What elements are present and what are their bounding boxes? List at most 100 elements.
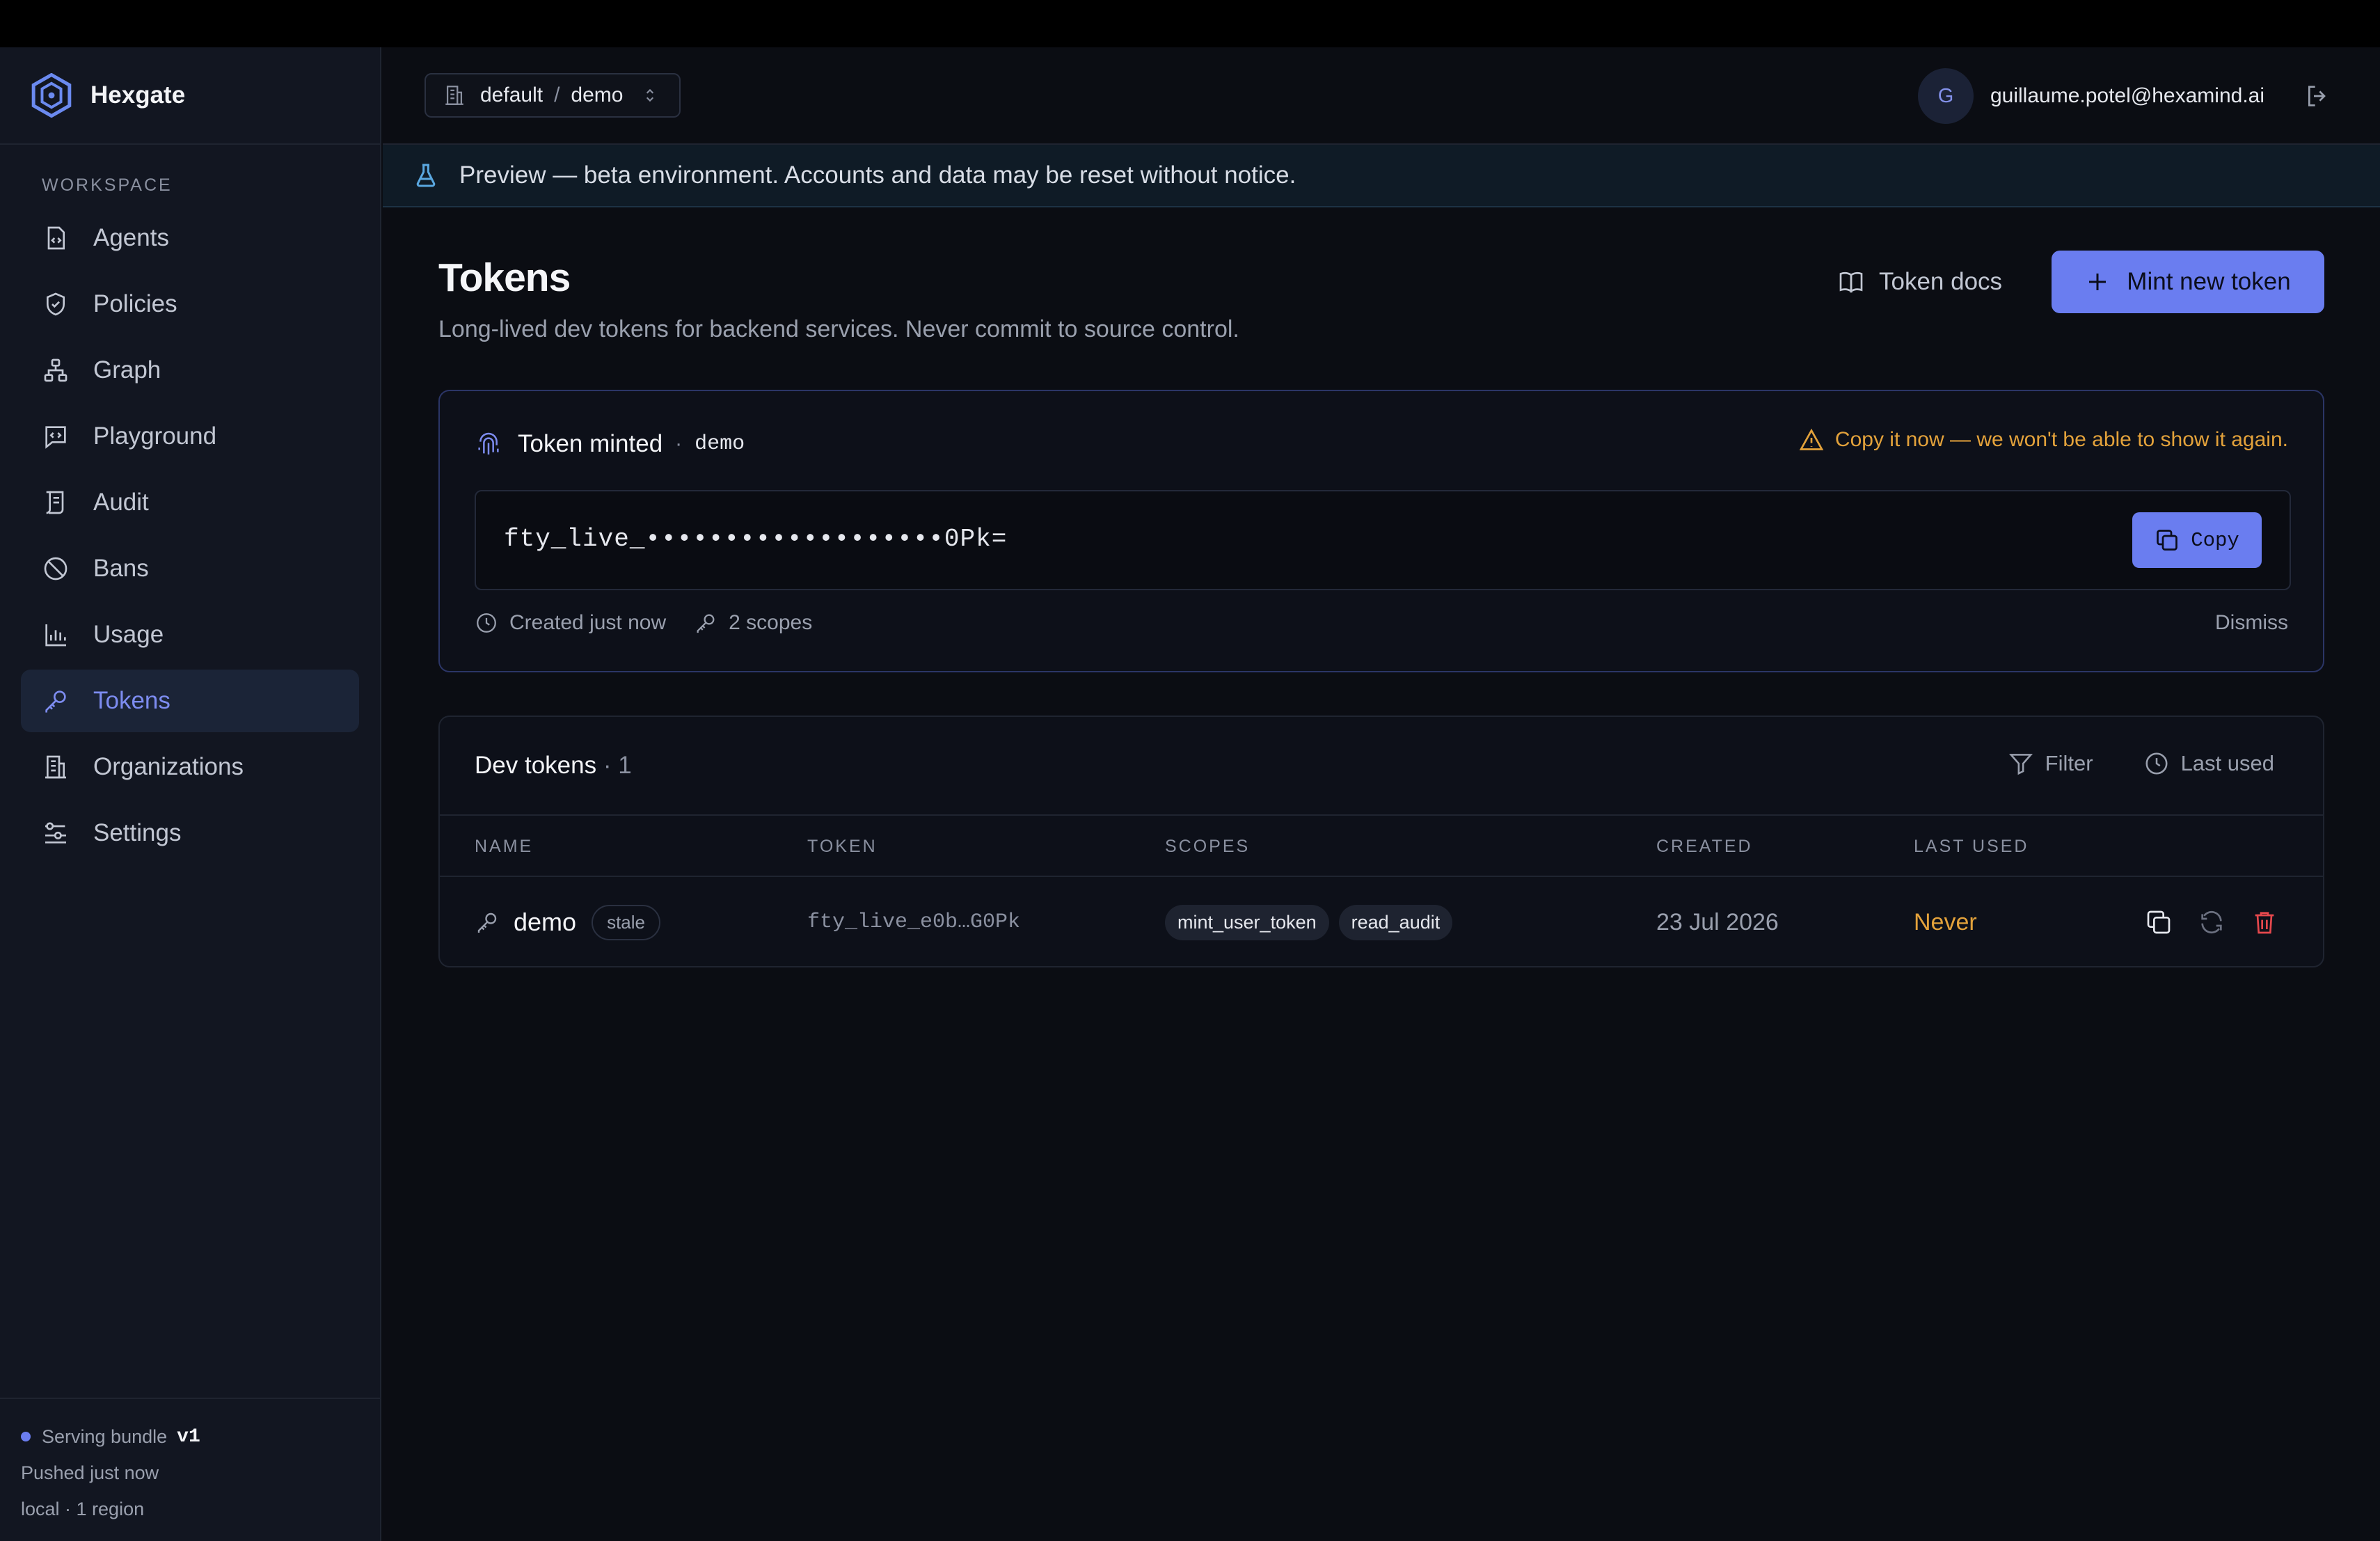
- dismiss-button[interactable]: Dismiss: [2215, 611, 2288, 635]
- copy-icon[interactable]: [2145, 908, 2173, 936]
- status-badge: stale: [592, 904, 660, 940]
- hexgate-logo-icon: [31, 73, 72, 118]
- page-title: Tokens: [438, 255, 571, 300]
- token-name-cell: demo stale: [475, 877, 660, 966]
- table-title: Dev tokens · 1: [475, 752, 632, 780]
- project-name: demo: [571, 84, 624, 106]
- sort-label: Last used: [2180, 751, 2274, 775]
- chevron-up-down-icon: [646, 88, 654, 102]
- user-email: guillaume.potel@hexamind.ai: [1990, 84, 2264, 107]
- avatar[interactable]: G: [1917, 68, 1974, 124]
- token-docs-label: Token docs: [1879, 268, 2003, 295]
- dev-tokens-table: Dev tokens · 1 Filter Last used NAME TOK…: [438, 716, 2324, 967]
- building-icon: [445, 86, 463, 105]
- bundle-version: v1: [177, 1425, 200, 1448]
- sidebar-item-label: Bans: [93, 555, 149, 582]
- scopes-count: 2 scopes: [729, 611, 813, 634]
- shield-icon: [47, 292, 65, 316]
- copy-label: Copy: [2191, 528, 2239, 552]
- org-name: default: [480, 84, 544, 106]
- sort-last-used-button[interactable]: Last used: [2143, 750, 2274, 777]
- chart-icon: [45, 624, 66, 647]
- table-header: Dev tokens · 1 Filter Last used: [440, 717, 2323, 816]
- row-actions: [2145, 877, 2303, 966]
- window-top-bar: [0, 0, 2380, 47]
- table-row[interactable]: demo stale fty_live_e0b…G0Pk mint_user_t…: [440, 877, 2323, 966]
- token-docs-button[interactable]: Token docs: [1837, 251, 2002, 313]
- top-header: default / demo G guillaume.potel@hexamin…: [383, 47, 2380, 145]
- preview-banner: Preview — beta environment. Accounts and…: [383, 145, 2380, 207]
- bundle-region: local · 1 region: [21, 1498, 145, 1519]
- filter-icon: [2008, 754, 2033, 775]
- separator-dot: ·: [675, 432, 683, 455]
- bundle-status: Serving bundle v1 Pushed just now local …: [0, 1398, 380, 1541]
- graph-icon: [44, 358, 68, 382]
- trash-icon[interactable]: [2251, 908, 2278, 936]
- column-header-last-used[interactable]: LAST USED: [1914, 837, 2029, 857]
- sliders-icon: [45, 822, 66, 844]
- sidebar-item-settings[interactable]: Settings: [21, 802, 359, 864]
- sidebar-item-label: Policies: [93, 290, 177, 317]
- ban-icon: [44, 557, 68, 580]
- column-header-name[interactable]: NAME: [475, 837, 533, 857]
- sidebar-item-policies[interactable]: Policies: [21, 273, 359, 335]
- copy-icon: [2157, 530, 2178, 551]
- token-last-used: Never: [1914, 908, 1977, 935]
- playground-icon: [45, 426, 66, 449]
- copy-warning-text: Copy it now — we won't be able to show i…: [1834, 428, 2288, 451]
- sidebar-item-agents[interactable]: Agents: [21, 207, 359, 269]
- sidebar-item-label: Tokens: [93, 687, 170, 714]
- sidebar-nav: Agents Policies Graph Playground Audit B…: [0, 207, 380, 864]
- key-icon: [45, 690, 66, 713]
- table-actions: Filter Last used: [2008, 750, 2274, 777]
- token-created: 23 Jul 2026: [1656, 908, 1779, 935]
- building-icon: [45, 755, 66, 779]
- sidebar-item-tokens[interactable]: Tokens: [21, 670, 359, 732]
- sidebar-item-organizations[interactable]: Organizations: [21, 736, 359, 798]
- sidebar-item-bans[interactable]: Bans: [21, 537, 359, 600]
- sidebar-item-label: Agents: [93, 224, 169, 251]
- logout-icon[interactable]: [2303, 82, 2331, 110]
- sidebar-item-label: Organizations: [93, 753, 244, 780]
- key-icon: [697, 614, 715, 633]
- rotate-icon[interactable]: [2198, 908, 2226, 936]
- minted-token-meta: Created just now 2 scopes: [475, 611, 812, 635]
- token-scopes: mint_user_token read_audit: [1165, 877, 1462, 966]
- scope-chip: mint_user_token: [1165, 904, 1329, 940]
- sidebar-item-label: Playground: [93, 422, 217, 450]
- agents-icon: [47, 226, 65, 250]
- app-name: Hexgate: [90, 81, 186, 109]
- status-dot: [21, 1432, 31, 1441]
- sidebar-item-usage[interactable]: Usage: [21, 603, 359, 666]
- table-count: · 1: [603, 752, 632, 779]
- sidebar-item-audit[interactable]: Audit: [21, 471, 359, 534]
- sidebar-item-graph[interactable]: Graph: [21, 339, 359, 402]
- plus-icon: [2089, 274, 2107, 290]
- workspace-section-label: WORKSPACE: [42, 175, 173, 195]
- copy-token-button[interactable]: Copy: [2132, 512, 2262, 568]
- bundle-pushed: Pushed just now: [21, 1462, 159, 1483]
- column-header-created[interactable]: CREATED: [1656, 837, 1753, 857]
- token-secret-value[interactable]: fty_live_•••••••••••••••••••0Pk=: [504, 525, 1007, 553]
- minted-token-name: demo: [695, 432, 745, 456]
- mint-token-button[interactable]: Mint new token: [2052, 251, 2324, 313]
- sidebar-item-playground[interactable]: Playground: [21, 405, 359, 468]
- token-prefix: fty_live_e0b…G0Pk: [807, 910, 1021, 934]
- copy-warning: Copy it now — we won't be able to show i…: [1799, 427, 2288, 452]
- sidebar-item-label: Usage: [93, 621, 164, 648]
- sidebar-item-label: Graph: [93, 356, 161, 384]
- org-project-switcher[interactable]: default / demo: [425, 73, 681, 118]
- audit-icon: [46, 491, 64, 514]
- book-icon: [1839, 271, 1863, 293]
- breadcrumb-separator: /: [554, 84, 560, 106]
- bundle-label: Serving bundle: [42, 1425, 168, 1447]
- sidebar: Hexgate WORKSPACE Agents Policies Graph …: [0, 47, 381, 1541]
- filter-label: Filter: [2045, 751, 2093, 775]
- filter-button[interactable]: Filter: [2008, 750, 2093, 777]
- minted-token-card: Token minted · demo Copy it now — we won…: [438, 390, 2324, 672]
- clock-icon: [2145, 752, 2168, 775]
- created-text: Created just now: [509, 611, 667, 634]
- column-header-token[interactable]: TOKEN: [807, 837, 878, 857]
- column-header-scopes[interactable]: SCOPES: [1165, 837, 1250, 857]
- brand[interactable]: Hexgate: [0, 47, 380, 145]
